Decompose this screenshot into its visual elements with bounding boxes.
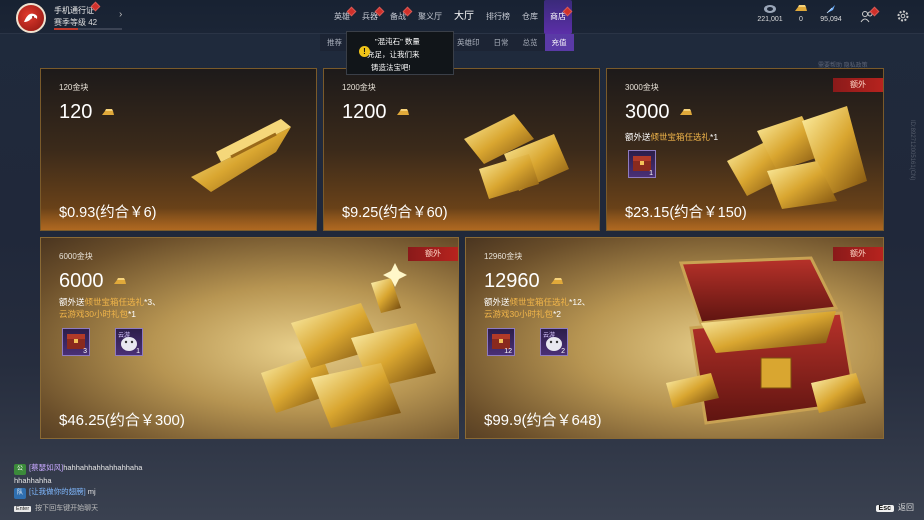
product-amount: 12960 bbox=[484, 270, 540, 292]
product-amount: 120 bbox=[59, 101, 93, 123]
pass-level: 赛季等级 42 bbox=[54, 18, 98, 27]
bonus-text: 额外送倾世宝箱任选礼*1 bbox=[625, 132, 719, 142]
product-card-120[interactable]: 120金块 120 $0.93(约合￥6) bbox=[40, 68, 317, 231]
nav-tab[interactable]: 聚义厅 bbox=[412, 0, 448, 34]
product-card-3000[interactable]: 额外 3000金块 3000 额外送倾世宝箱任选礼*1 1 $23.15(约合￥… bbox=[606, 68, 884, 231]
chat-enter-hint[interactable]: Enter 按下回车键开始聊天 bbox=[14, 503, 98, 513]
chat-sender[interactable]: [蔡瑟如风] bbox=[29, 463, 63, 472]
treasure-chest-art bbox=[666, 256, 866, 425]
product-name: 6000金块 bbox=[59, 252, 93, 261]
gold-bar-icon bbox=[102, 109, 114, 115]
resource-feather[interactable]: 95,094 bbox=[811, 4, 851, 23]
chevron-right-icon[interactable]: › bbox=[119, 9, 122, 20]
pass-title[interactable]: 手机通行证 bbox=[54, 5, 94, 16]
gold-value: 0 bbox=[799, 16, 803, 23]
gold-bar-icon bbox=[680, 109, 692, 115]
enter-key: Enter bbox=[14, 506, 32, 512]
gold-bar-icon bbox=[551, 278, 563, 284]
product-amount: 6000 bbox=[59, 270, 104, 292]
chat-message-cont: hhahhahha bbox=[14, 476, 52, 485]
nav-tab[interactable]: 排行榜 bbox=[480, 0, 516, 34]
nav-tab-badge bbox=[374, 6, 385, 17]
back-label: 返回 bbox=[898, 503, 914, 512]
feather-value: 95,094 bbox=[820, 16, 842, 23]
nav-tab[interactable]: 大厅 bbox=[448, 0, 480, 34]
extra-badge: 额外 bbox=[833, 78, 883, 92]
nav-tab[interactable]: 英雄 bbox=[328, 0, 357, 34]
nav-tab-badge bbox=[346, 6, 357, 17]
back-button[interactable]: Esc 返回 bbox=[875, 502, 914, 513]
nav-tab[interactable]: 商店 bbox=[544, 0, 573, 34]
esc-key: Esc bbox=[875, 505, 894, 512]
reward-item-chest[interactable]: 1 bbox=[628, 150, 656, 178]
product-card-1200[interactable]: 1200金块 1200 $9.25(约合￥60) bbox=[323, 68, 600, 231]
reward-item-chest[interactable]: 12 bbox=[487, 328, 515, 356]
chat-panel[interactable]: 公 [蔡瑟如风]hahhahhahhahhahhaha hhahhahha 队 [让… bbox=[0, 462, 190, 499]
product-name: 1200金块 bbox=[342, 83, 376, 92]
nav-tab-badge bbox=[402, 6, 413, 17]
nav-tab[interactable]: 兵器 bbox=[356, 0, 385, 34]
game-logo-icon[interactable] bbox=[16, 3, 46, 33]
product-price: $0.93(约合￥6) bbox=[59, 205, 157, 221]
gold-bar-icon bbox=[114, 278, 126, 284]
subtab[interactable]: 推荐 bbox=[320, 34, 349, 51]
channel-tag: 公 bbox=[14, 464, 27, 475]
channel-tag: 队 bbox=[14, 488, 27, 499]
tooltip-line-1: "混沌石" 数量 bbox=[375, 37, 420, 46]
nav-tab[interactable]: 仓库 bbox=[516, 0, 544, 34]
product-price: $23.15(约合￥150) bbox=[625, 205, 747, 221]
chat-message: mj bbox=[87, 487, 96, 496]
gold-bar-art bbox=[191, 119, 291, 192]
reward-item-cloud-pack[interactable]: 云游 1 bbox=[115, 328, 143, 356]
subtab[interactable]: 日常 bbox=[487, 34, 516, 51]
feather-icon bbox=[826, 5, 835, 14]
enter-hint-text: 按下回车键开始聊天 bbox=[35, 505, 99, 512]
extra-badge: 额外 bbox=[408, 247, 458, 261]
nav-tab[interactable]: 备战 bbox=[384, 0, 413, 34]
gold-bars-art bbox=[464, 114, 569, 199]
main-nav: 英雄 兵器 备战 聚义厅 大厅 排行榜 仓库 商店 bbox=[328, 0, 573, 34]
bonus-text: 额外送倾世宝箱任选礼*12、 云游戏30小时礼包*2 bbox=[484, 297, 591, 319]
chat-line: 队 [让我做你的翅膀] mj bbox=[0, 486, 190, 499]
warning-icon: ! bbox=[359, 46, 370, 57]
product-card-12960[interactable]: 额外 12960金块 12960 额外送倾世宝箱任选礼*12、 云游戏30小时礼… bbox=[465, 237, 884, 439]
gold-bar-icon bbox=[397, 109, 409, 115]
nav-tab-badge bbox=[562, 6, 573, 17]
product-name: 120金块 bbox=[59, 83, 89, 92]
chat-sender[interactable]: [让我做你的翅膀] bbox=[29, 487, 86, 496]
chat-line: 公 [蔡瑟如风]hahhahhahhahhahhaha hhahhahha bbox=[0, 462, 190, 486]
settings-gear-icon[interactable] bbox=[896, 9, 910, 23]
chat-message: hahhahhahhahhahhaha bbox=[63, 463, 143, 472]
gold-pile-art bbox=[261, 263, 436, 428]
pass-progress-bar bbox=[54, 28, 122, 30]
bonus-text: 额外送倾世宝箱任选礼*3、 云游戏30小时礼包*1 bbox=[59, 297, 161, 319]
gold-bar-icon bbox=[795, 5, 807, 11]
product-price: $9.25(约合￥60) bbox=[342, 205, 448, 221]
subtab[interactable]: 英雄印 bbox=[450, 34, 487, 51]
tooltip-line-2: 充足，让我们来 bbox=[367, 50, 420, 59]
player-id: ID:892712005161(CN) bbox=[909, 120, 915, 181]
subtab[interactable]: 充值 bbox=[544, 34, 574, 51]
jade-value: 221,001 bbox=[757, 16, 783, 23]
gold-bars-art bbox=[727, 106, 867, 209]
tooltip-line-3: 铸造法宝吧! bbox=[371, 63, 411, 72]
jade-icon bbox=[764, 5, 776, 13]
reward-item-cloud-pack[interactable]: 云游 2 bbox=[540, 328, 568, 356]
product-price: $99.9(约合￥648) bbox=[484, 412, 602, 429]
product-card-6000[interactable]: 额外 6000金块 6000 额外送倾世宝箱任选礼*3、 云游戏30小时礼包*1… bbox=[40, 237, 459, 439]
product-amount: 3000 bbox=[625, 101, 670, 123]
subtab[interactable]: 总览 bbox=[516, 34, 545, 51]
top-bar: 手机通行证 赛季等级 42 › 英雄 兵器 备战 聚义厅 大厅 排行榜 仓库 商店 221,0… bbox=[0, 0, 924, 34]
product-name: 12960金块 bbox=[484, 252, 523, 261]
tooltip-popup: ! "混沌石" 数量 充足，让我们来 铸造法宝吧! bbox=[346, 31, 454, 75]
product-price: $46.25(约合￥300) bbox=[59, 412, 185, 429]
product-amount: 1200 bbox=[342, 101, 387, 123]
reward-item-chest[interactable]: 3 bbox=[62, 328, 90, 356]
product-name: 3000金块 bbox=[625, 83, 659, 92]
